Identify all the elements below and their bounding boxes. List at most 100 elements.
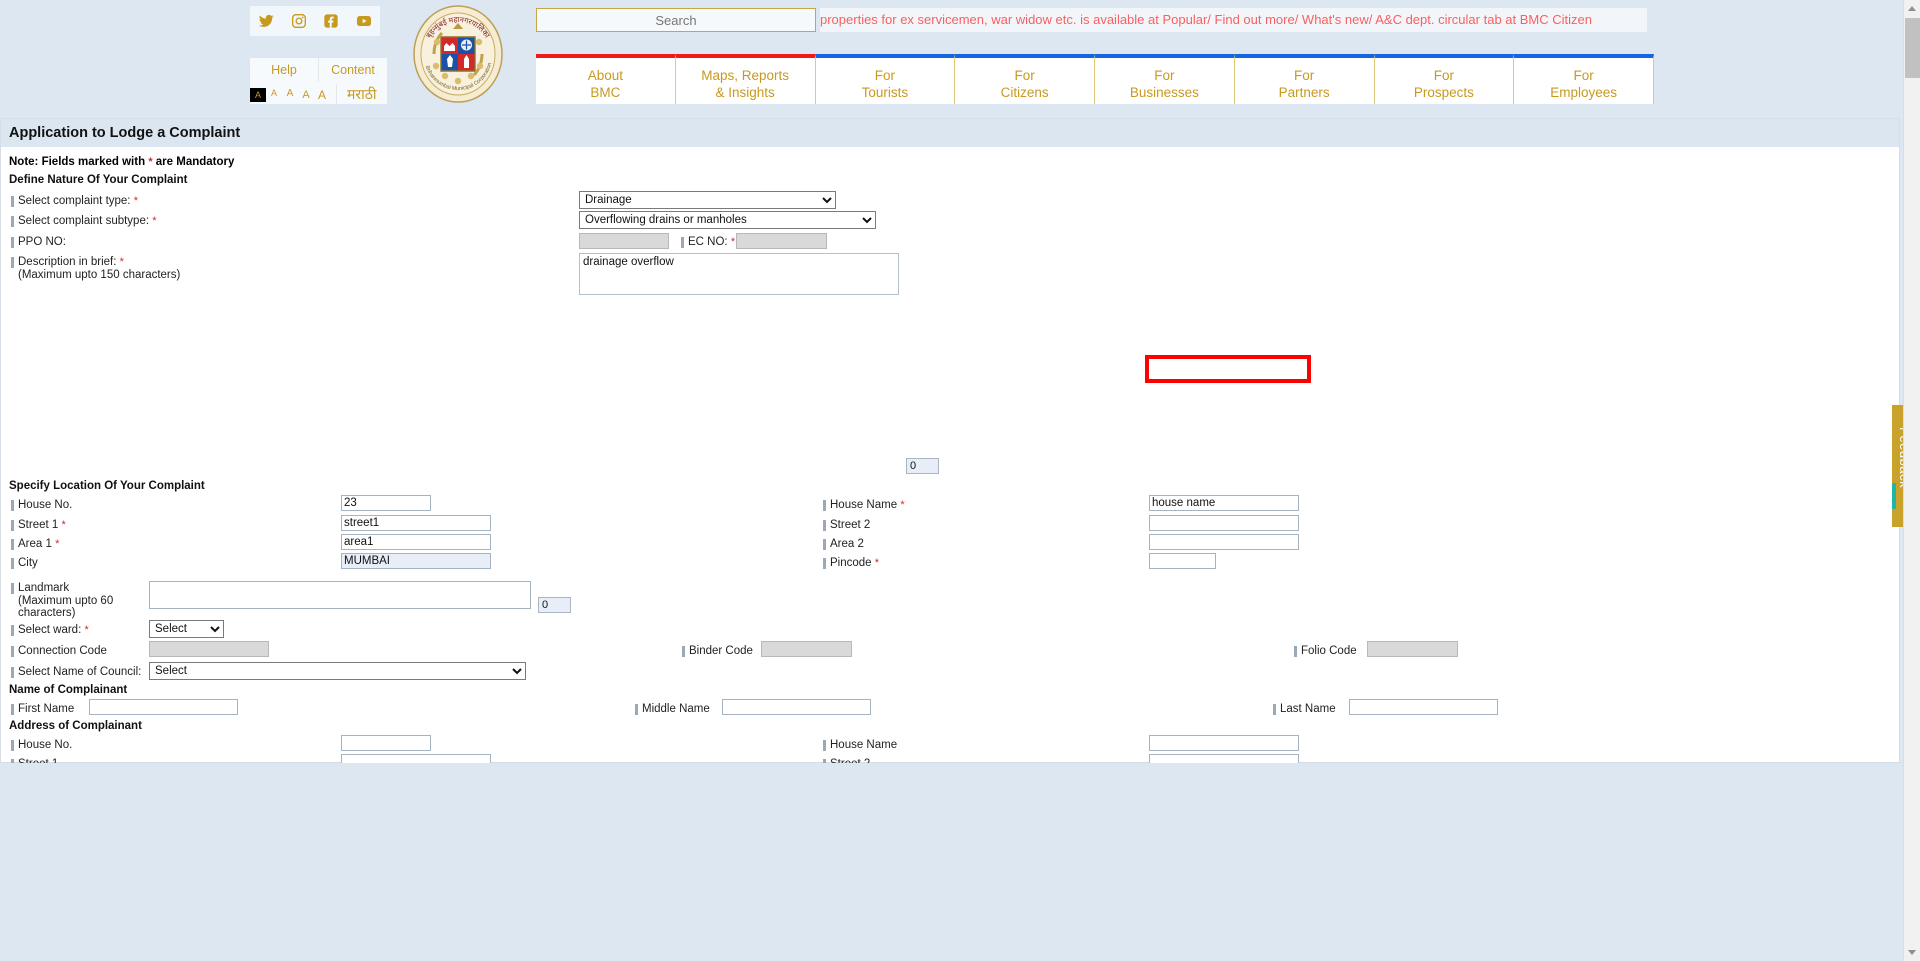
input-loc-area1[interactable] <box>341 534 491 550</box>
nav-about-bmc-line1: About <box>587 68 624 83</box>
label-loc-pincode-text: Pincode <box>830 557 872 569</box>
font-size-largest[interactable]: A <box>314 86 330 104</box>
nav-for-employees[interactable]: For Employees <box>1514 54 1654 104</box>
hint-description-max: (Maximum upto 150 characters) <box>18 269 181 281</box>
input-first-name[interactable] <box>89 699 238 715</box>
scroll-down-arrow-icon[interactable] <box>1904 944 1920 961</box>
label-folio-code: Folio Code <box>1294 645 1357 658</box>
input-loc-house-no[interactable] <box>341 495 431 511</box>
input-binder-code[interactable] <box>761 641 852 657</box>
select-complaint-type[interactable]: Drainage <box>579 191 836 209</box>
label-complaint-type-text: Select complaint type: <box>18 195 131 207</box>
label-loc-street1-text: Street 1 <box>18 519 59 531</box>
nav-about-bmc[interactable]: About BMC <box>536 54 676 104</box>
required-star: * <box>84 624 89 636</box>
scroll-up-arrow-icon[interactable] <box>1904 0 1920 17</box>
youtube-icon[interactable] <box>356 13 372 29</box>
nav-businesses-line2: Businesses <box>1129 85 1199 100</box>
twitter-icon[interactable] <box>258 13 274 29</box>
label-loc-street2: Street 2 <box>823 519 870 532</box>
help-content-bar: Help Content <box>250 58 387 82</box>
font-size-smallest[interactable]: A <box>266 84 282 102</box>
content-link[interactable]: Content <box>319 58 387 82</box>
nav-for-partners[interactable]: For Partners <box>1234 54 1375 104</box>
nav-for-citizens[interactable]: For Citizens <box>955 54 1095 104</box>
input-loc-house-name[interactable] <box>1149 495 1299 511</box>
input-loc-city <box>341 553 491 569</box>
social-links-bar <box>250 6 380 36</box>
nav-for-prospects[interactable]: For Prospects <box>1374 54 1515 104</box>
nav-partners-line1: For <box>1294 68 1315 83</box>
input-landmark[interactable] <box>149 581 531 609</box>
input-middle-name[interactable] <box>722 699 871 715</box>
facebook-icon[interactable] <box>323 13 339 29</box>
label-loc-house-name-text: House Name <box>830 499 898 511</box>
input-last-name[interactable] <box>1349 699 1498 715</box>
select-council[interactable]: Select <box>149 662 526 680</box>
instagram-icon[interactable] <box>291 13 307 29</box>
select-complaint-subtype[interactable]: Overflowing drains or manholes <box>579 211 876 229</box>
label-complaint-subtype: Select complaint subtype: * <box>11 215 157 228</box>
label-addr-house-no: House No. <box>11 739 72 752</box>
label-loc-pincode: Pincode * <box>823 557 879 570</box>
page-scrollbar[interactable] <box>1903 0 1920 961</box>
bmc-logo: बृहन्मुंबई महानगरपालिका Brihanmumbai Mun… <box>412 4 504 104</box>
input-ec-no[interactable] <box>736 233 827 249</box>
nav-businesses-line1: For <box>1154 68 1175 83</box>
label-loc-city: City <box>11 557 38 570</box>
label-addr-house-name: House Name <box>823 739 897 752</box>
input-loc-pincode[interactable] <box>1149 553 1216 569</box>
required-star: * <box>900 499 905 511</box>
note-prefix: Note: Fields marked with <box>9 156 149 168</box>
scrollbar-thumb[interactable] <box>1905 18 1920 78</box>
nav-for-businesses[interactable]: For Businesses <box>1095 54 1235 104</box>
nav-for-tourists[interactable]: For Tourists <box>815 54 956 104</box>
input-folio-code[interactable] <box>1367 641 1458 657</box>
input-loc-street2[interactable] <box>1149 515 1299 531</box>
label-ec-no-text: EC NO: <box>688 236 728 248</box>
required-star: * <box>874 557 880 569</box>
input-ppo-no[interactable] <box>579 233 669 249</box>
nav-prospects-line1: For <box>1433 68 1454 83</box>
note-suffix: are Mandatory <box>152 156 235 168</box>
label-select-council: Select Name of Council: <box>11 666 141 679</box>
section-name-of-complainant: Name of Complainant <box>9 684 128 696</box>
required-star: * <box>55 538 60 550</box>
font-size-bar: A A A A A मराठी <box>250 82 387 104</box>
language-toggle-marathi[interactable]: मराठी <box>336 84 376 104</box>
font-size-reset[interactable]: A <box>250 88 266 102</box>
label-ppo-no: PPO NO: <box>11 236 66 249</box>
section-address-of-complainant: Address of Complainant <box>9 720 142 732</box>
required-star: * <box>730 236 736 248</box>
main-navigation: About BMC Maps, Reports & Insights For T… <box>536 54 1654 104</box>
font-size-larger[interactable]: A <box>298 86 314 104</box>
required-star: * <box>133 195 138 207</box>
page-title: Application to Lodge a Complaint <box>1 119 1899 147</box>
label-loc-area2: Area 2 <box>823 538 864 551</box>
section-specify-location: Specify Location Of Your Complaint <box>9 480 205 492</box>
nav-maps-line2: & Insights <box>715 85 775 100</box>
input-loc-area2[interactable] <box>1149 534 1299 550</box>
input-loc-street1[interactable] <box>341 515 491 531</box>
font-size-smaller[interactable]: A <box>282 85 298 103</box>
counter-landmark-chars: 0 <box>538 597 571 613</box>
section-define-nature: Define Nature Of Your Complaint <box>9 174 188 186</box>
announcement-marquee: properties for ex servicemen, war widow … <box>820 8 1647 32</box>
input-connection-code[interactable] <box>149 641 269 657</box>
nav-partners-line2: Partners <box>1278 85 1330 100</box>
textarea-description[interactable]: drainage overflow <box>579 253 899 295</box>
page-bottom-background <box>0 763 1903 961</box>
label-middle-name: Middle Name <box>635 703 710 716</box>
input-addr-house-name[interactable] <box>1149 735 1299 751</box>
label-complaint-type: Select complaint type: * <box>11 195 138 208</box>
help-link[interactable]: Help <box>250 58 319 82</box>
label-select-ward-text: Select ward: <box>18 624 82 636</box>
counter-description-chars: 0 <box>906 458 939 474</box>
label-loc-area1: Area 1 * <box>11 538 59 551</box>
label-ec-no: EC NO: * <box>681 236 735 249</box>
select-ward[interactable]: Select <box>149 620 224 638</box>
input-addr-house-no[interactable] <box>341 735 431 751</box>
search-input[interactable] <box>536 8 816 32</box>
nav-maps-reports-insights[interactable]: Maps, Reports & Insights <box>675 54 816 104</box>
label-connection-code: Connection Code <box>11 645 107 658</box>
